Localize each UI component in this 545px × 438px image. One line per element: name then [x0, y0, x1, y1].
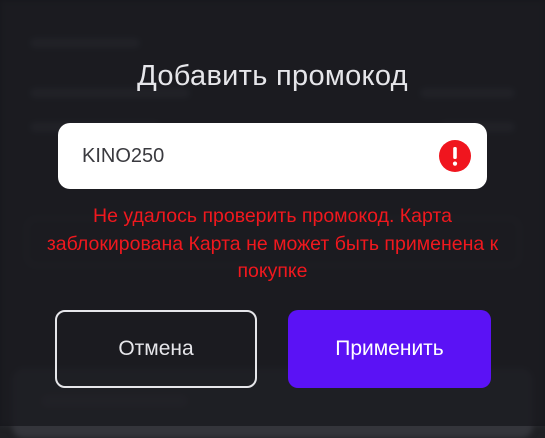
cancel-button[interactable]: Отмена [55, 310, 257, 388]
dialog-title: Добавить промокод [137, 60, 408, 92]
exclamation-icon [439, 140, 471, 172]
promo-code-field[interactable] [58, 123, 487, 189]
error-message: Не удалось проверить промокод. Карта заб… [46, 205, 499, 282]
apply-button[interactable]: Применить [288, 310, 491, 388]
exclamation-icon-glyph [452, 147, 458, 166]
promo-code-input[interactable] [82, 123, 422, 189]
